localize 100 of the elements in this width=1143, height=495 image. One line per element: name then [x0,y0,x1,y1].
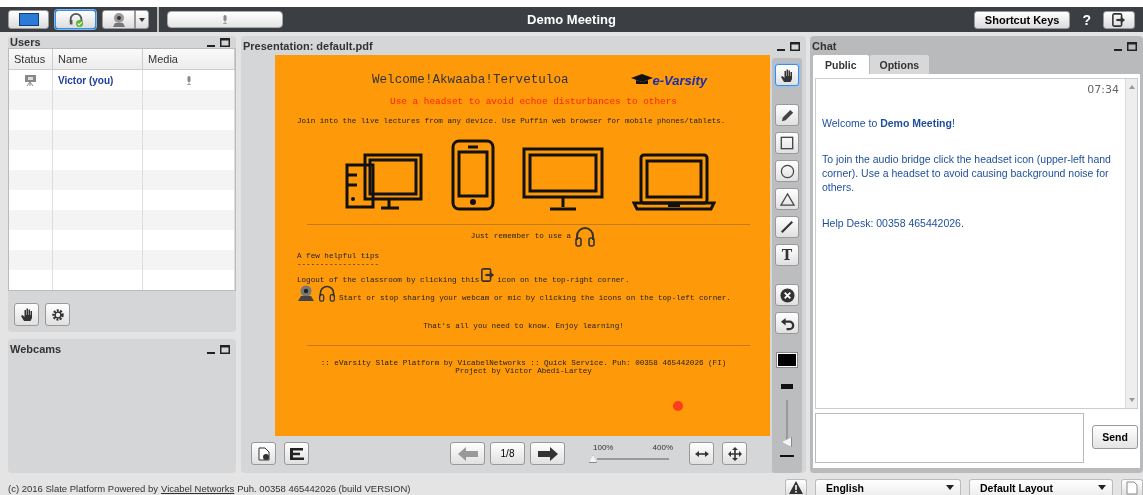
desktop-button[interactable] [8,10,49,29]
link[interactable]: Vicabel Networks [160,483,235,494]
left-arrow-icon [457,446,478,461]
rectangle-icon [780,136,794,150]
scrollbar[interactable] [1125,79,1137,408]
slider-thumb[interactable] [589,455,597,463]
move-icon [727,446,742,461]
previous-button[interactable] [450,442,485,465]
headphones-icon [574,225,597,247]
right-arrow-icon [537,446,558,461]
move-button[interactable] [722,442,747,465]
thickness-indicator [781,384,793,389]
maximize-icon[interactable] [790,41,800,51]
microphone-icon [222,14,228,25]
text-tool[interactable]: T [775,244,799,266]
caret-icon [139,17,145,22]
column-header[interactable]: Status [9,49,53,69]
chat-message: Help Desk: 00358 465442026. [822,216,965,230]
thickness-indicator [780,455,794,457]
align-left-icon [289,447,304,460]
warning-icon [789,481,803,494]
page-button[interactable]: 1/8 [490,442,525,465]
line-icon [780,220,794,234]
column-header[interactable]: Name [53,49,143,69]
message-time: 07:34 [1086,83,1119,96]
clear-icon [779,287,795,303]
triangle-tool[interactable] [775,188,799,210]
panel-title: Presentation: default.pdf [243,39,373,52]
rectangle-tool[interactable] [775,132,799,154]
logout-icon [481,268,496,282]
line-tool[interactable] [775,216,799,238]
layout-dropdown[interactable]: Default Layout [969,479,1113,495]
circle-icon [779,163,795,179]
document-icon [257,446,270,461]
shortcut-keys-button[interactable]: Shortcut Keys [973,10,1071,29]
settings-button[interactable] [45,303,70,326]
logout-icon [1112,12,1126,27]
smartphone-icon [450,139,495,211]
headset-button[interactable] [55,10,96,29]
webcam-icon [297,285,315,302]
microphone-button[interactable] [167,11,283,28]
ellipse-tool[interactable] [775,160,799,182]
chat-tab[interactable]: Public [813,55,869,74]
logout-button[interactable] [1103,10,1135,29]
language-dropdown[interactable]: English [815,479,961,495]
meeting-title: Demo Meeting [526,12,617,27]
column-header[interactable]: Media [143,49,235,69]
upload-button[interactable] [251,442,276,465]
caret-icon [1098,485,1106,490]
copyright-text: Puh. 00358 465442026 (build VERSION) [237,483,411,494]
headset-icon [67,11,84,28]
laptop-icon [632,153,717,211]
fit-button[interactable] [284,442,309,465]
hand-icon [19,307,34,322]
clear-tool[interactable] [775,284,799,306]
panel-title: Chat [812,39,837,52]
fit-width-button[interactable] [689,442,714,465]
desktop-computer-icon [344,153,423,211]
undo-icon [779,315,795,331]
pencil-icon [779,107,795,123]
document-icon [1126,480,1138,495]
slide-text: Use a headset to avoid echoe disturbances to others [389,96,678,107]
zoom-label: 400% [652,443,673,452]
help-button[interactable]: ? [1078,11,1095,28]
desktop-icon [18,13,39,26]
panel-title: Users [10,36,41,48]
panel-title: Webcams [10,342,62,355]
raise-hand-button[interactable] [14,303,39,326]
hand-icon [780,67,794,83]
zoom-label: 100% [593,443,614,452]
scroll-up-icon [1128,85,1135,89]
maximize-icon[interactable] [220,344,230,354]
settings-icon [50,307,65,322]
slide-heading: Welcome!Akwaaba!Tervetuloa [372,73,569,87]
message-field[interactable] [815,413,1084,463]
pointer-dot [673,401,683,411]
logo: e-Varsity [630,72,707,88]
undo-tool[interactable] [775,312,799,334]
caret-icon [946,485,954,490]
slider-thumb[interactable] [782,437,792,447]
chat-tab[interactable]: Options [869,55,930,74]
warning-button[interactable] [785,479,807,495]
webcam-icon [110,11,127,28]
dropdown-button[interactable] [135,10,149,29]
monitor-icon [522,147,605,211]
send-button[interactable]: Send [1092,425,1138,449]
pencil-tool[interactable] [775,104,799,126]
horizontal-arrows-icon [694,449,709,458]
chat-message: Welcome to Demo Meeting! [822,116,956,130]
triangle-icon [779,191,795,207]
headphones-icon [318,284,336,302]
maximize-icon[interactable] [1127,41,1137,51]
hand-tool[interactable] [775,64,799,86]
webcam-button[interactable] [102,10,135,29]
maximize-icon[interactable] [220,38,230,47]
microphone-icon [185,74,192,86]
next-button[interactable] [530,442,565,465]
scroll-down-icon [1128,398,1135,402]
chat-message: To join the audio bridge click the headset icon (upper-left hand corner). Use a headset to avoid causing background noise for others. [822,152,1112,194]
graduation-cap-icon [630,74,653,86]
